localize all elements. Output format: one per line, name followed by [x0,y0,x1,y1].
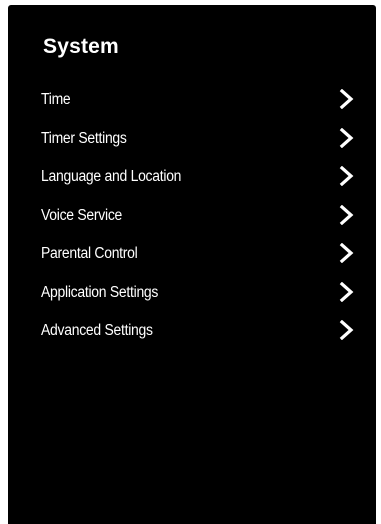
menu-item-voice-service[interactable]: Voice Service [8,204,376,243]
menu-item-label: Time [41,91,71,108]
menu-item-time[interactable]: Time [8,88,376,127]
page-title: System [43,35,119,58]
menu-item-label: Language and Location [41,168,182,185]
settings-menu: Time Timer Settings Language and Locatio… [8,88,376,358]
menu-item-label: Timer Settings [41,129,127,147]
menu-item-label: Parental Control [41,245,138,262]
menu-item-application-settings[interactable]: Application Settings [8,281,376,320]
chevron-right-icon [339,243,355,263]
chevron-right-icon [339,281,355,302]
menu-item-parental-control[interactable]: Parental Control [8,242,376,281]
menu-item-language-and-location[interactable]: Language and Location [8,165,376,204]
chevron-right-icon [339,89,355,109]
menu-item-label: Voice Service [41,206,123,224]
menu-item-advanced-settings[interactable]: Advanced Settings [8,319,376,358]
chevron-right-icon [339,320,355,340]
chevron-right-icon [339,166,355,186]
menu-item-timer-settings[interactable]: Timer Settings [8,127,376,166]
chevron-right-icon [339,204,355,225]
chevron-right-icon [339,127,355,148]
menu-item-label: Advanced Settings [41,322,153,339]
menu-item-label: Application Settings [41,283,159,301]
system-settings-panel: System Time Timer Settings Language and … [8,5,376,524]
